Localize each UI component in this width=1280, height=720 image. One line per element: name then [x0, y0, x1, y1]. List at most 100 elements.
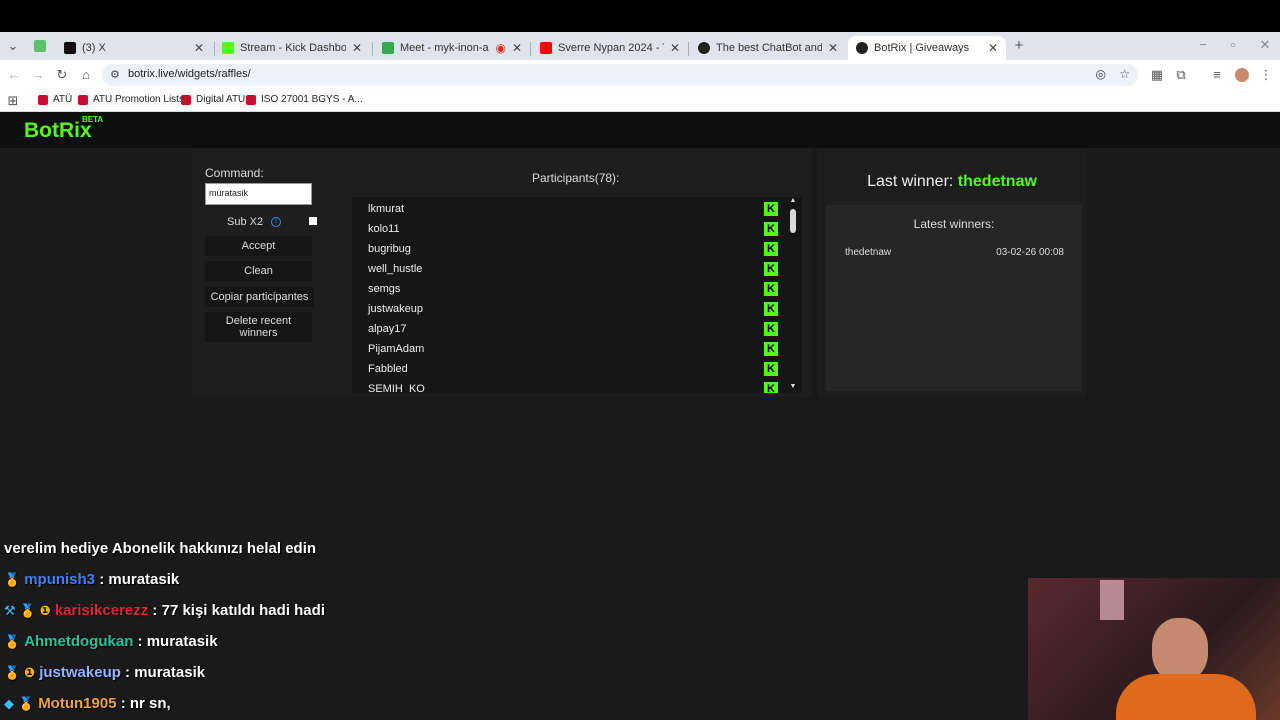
kick-icon: K — [764, 342, 778, 356]
chat-username: mpunish3 — [24, 571, 96, 588]
winners-panel: Last winner: thedetnaw Latest winners: t… — [818, 149, 1086, 397]
tab-group-icon — [34, 40, 46, 52]
eye-off-icon[interactable]: ◎ — [1096, 67, 1106, 81]
bookmark-label: ATU Promotion Lists... — [93, 94, 193, 105]
chat-line: ⚒ 🏅 ❶ karisikcerezz : 77 kişi katıldı hadi … — [4, 602, 325, 619]
kick-icon: K — [764, 322, 778, 336]
new-tab-button[interactable]: + — [1010, 37, 1028, 55]
extension-icon[interactable]: ▦ — [1148, 66, 1166, 84]
participants-scrollbar[interactable]: ▲ ▼ — [788, 197, 798, 391]
tab-list-button[interactable]: ⌄ — [4, 37, 22, 55]
atu-icon — [246, 94, 256, 105]
bookmark-atu[interactable]: ATÜ — [38, 94, 72, 105]
participant-name: Fabbled — [368, 363, 408, 375]
chat-username: justwakeup — [39, 664, 121, 681]
participants-title: Participants(78): — [532, 171, 620, 185]
sub-x2-checkbox[interactable] — [309, 217, 317, 225]
restore-icon[interactable]: ▫ — [1224, 36, 1242, 54]
participant-name: bugribug — [368, 243, 411, 255]
medal-icon: 🏅 — [4, 572, 21, 587]
delete-recent-winners-button[interactable]: Delete recent winners — [205, 312, 312, 342]
accept-button[interactable]: Accept — [205, 236, 312, 256]
forward-icon[interactable]: → — [29, 66, 47, 84]
webcam-light — [1100, 580, 1124, 620]
stream-chat-overlay: verelim hediye Abonelik hakkınızı helal … — [0, 512, 1020, 720]
tab-title: Meet - myk-inon-auu — [400, 42, 489, 54]
list-item: PijamAdam K — [368, 339, 778, 359]
scroll-down-icon[interactable]: ▼ — [788, 383, 798, 390]
close-tab-icon[interactable]: ✕ — [352, 41, 362, 55]
tab-x[interactable]: (3) X ✕ — [56, 36, 212, 60]
menu-icon[interactable]: ⋮ — [1257, 66, 1275, 84]
kick-icon: K — [764, 362, 778, 376]
command-input[interactable]: muratasik — [205, 183, 312, 205]
subscriber-badge-icon: ❶ — [39, 603, 51, 618]
tab-meet[interactable]: Meet - myk-inon-auu ◉ ✕ — [374, 36, 530, 60]
list-item: well_hustle K — [368, 259, 778, 279]
media-icon[interactable]: ≡ — [1208, 66, 1226, 84]
close-tab-icon[interactable]: ✕ — [512, 41, 522, 55]
chat-line: 🏅 mpunish3 : muratasik — [4, 571, 179, 588]
sub-x2-label: Sub X2 — [227, 216, 264, 228]
extensions-puzzle-icon[interactable]: ⧉ — [1172, 66, 1190, 84]
close-window-icon[interactable]: ✕ — [1256, 36, 1274, 54]
bookmark-digital-atu[interactable]: Digital ATU — [181, 94, 245, 105]
apps-grid-icon[interactable]: ⊞ — [4, 92, 22, 110]
kick-icon: K — [764, 282, 778, 296]
last-winner-label: Last winner: — [867, 173, 954, 190]
list-item: kolo11 K — [368, 219, 778, 239]
site-info-icon[interactable]: ⚙ — [110, 68, 120, 81]
participants-list[interactable]: lkmurat K kolo11 K bugribug K well_hustle K … — [352, 197, 802, 393]
x-favicon-icon — [64, 42, 76, 54]
tab-botrix-giveaways[interactable]: BotRix | Giveaways ✕ — [848, 36, 1006, 60]
close-tab-icon[interactable]: ✕ — [194, 41, 204, 55]
gift-box-icon: ◆ — [4, 696, 14, 711]
chat-message: : muratasik — [95, 571, 180, 588]
kick-icon: K — [764, 302, 778, 316]
subscriber-badge-icon: ❶ — [24, 665, 36, 680]
medal-icon: 🏅 — [18, 696, 35, 711]
webcam-feed — [1028, 578, 1280, 720]
back-icon[interactable]: ← — [5, 66, 23, 84]
medal-icon: 🏅 — [4, 634, 21, 649]
bookmark-star-icon[interactable]: ☆ — [1119, 67, 1130, 81]
scroll-thumb[interactable] — [790, 209, 796, 233]
bookmark-atu-promotion[interactable]: ATU Promotion Lists... — [78, 94, 192, 105]
scroll-up-icon[interactable]: ▲ — [788, 197, 798, 204]
info-icon[interactable]: i — [271, 217, 281, 227]
close-tab-icon[interactable]: ✕ — [828, 41, 838, 55]
bookmark-iso[interactable]: ISO 27001 BGYS - A... — [246, 94, 363, 105]
url-text: botrix.live/widgets/raffles/ — [128, 68, 251, 80]
close-tab-icon[interactable]: ✕ — [670, 41, 680, 55]
latest-winners-title: Latest winners: — [913, 217, 995, 231]
list-item: alpay17 K — [368, 319, 778, 339]
latest-winners-box: Latest winners: thedetnaw 03-02-26 00:08 — [826, 205, 1082, 391]
minimize-icon[interactable]: − — [1194, 36, 1212, 54]
tab-title: BotRix | Giveaways — [874, 42, 970, 54]
chat-username: Motun1905 — [38, 695, 117, 712]
list-item: bugribug K — [368, 239, 778, 259]
bookmark-label: ATÜ — [53, 94, 73, 105]
home-icon[interactable]: ⌂ — [77, 66, 95, 84]
list-item: semgs K — [368, 279, 778, 299]
tab-youtube[interactable]: Sverre Nypan 2024 - The Brillia ✕ — [532, 36, 688, 60]
bookmark-label: Digital ATU — [196, 94, 246, 105]
moderator-icon: ⚒ — [4, 603, 16, 618]
tab-kick-dashboard[interactable]: Stream - Kick Dashboard ✕ — [214, 36, 370, 60]
reload-icon[interactable]: ↻ — [53, 66, 71, 84]
youtube-favicon-icon — [540, 42, 552, 54]
kick-favicon-icon — [222, 42, 234, 54]
profile-avatar[interactable] — [1235, 68, 1249, 82]
copy-participants-button[interactable]: Copiar participantes — [205, 287, 314, 307]
tab-title: (3) X — [82, 42, 106, 54]
clean-button[interactable]: Clean — [205, 261, 312, 281]
address-bar[interactable]: ⚙ botrix.live/widgets/raffles/ ◎ ☆ — [102, 64, 1138, 86]
participant-name: semgs — [368, 283, 401, 295]
last-winner-heading: Last winner: thedetnaw — [818, 173, 1086, 191]
raffle-panel: Command: muratasik Sub X2 i Accept Clean… — [192, 149, 812, 397]
tab-botrix-chatbot[interactable]: The best ChatBot and Widgets ✕ — [690, 36, 846, 60]
browser-chrome: ⌄ (3) X ✕ Stream - Kick Dashboard ✕ Meet… — [0, 32, 1280, 112]
last-winner-name: thedetnaw — [957, 173, 1037, 190]
tab-title: The best ChatBot and Widgets — [716, 42, 822, 54]
close-tab-icon[interactable]: ✕ — [988, 41, 998, 55]
